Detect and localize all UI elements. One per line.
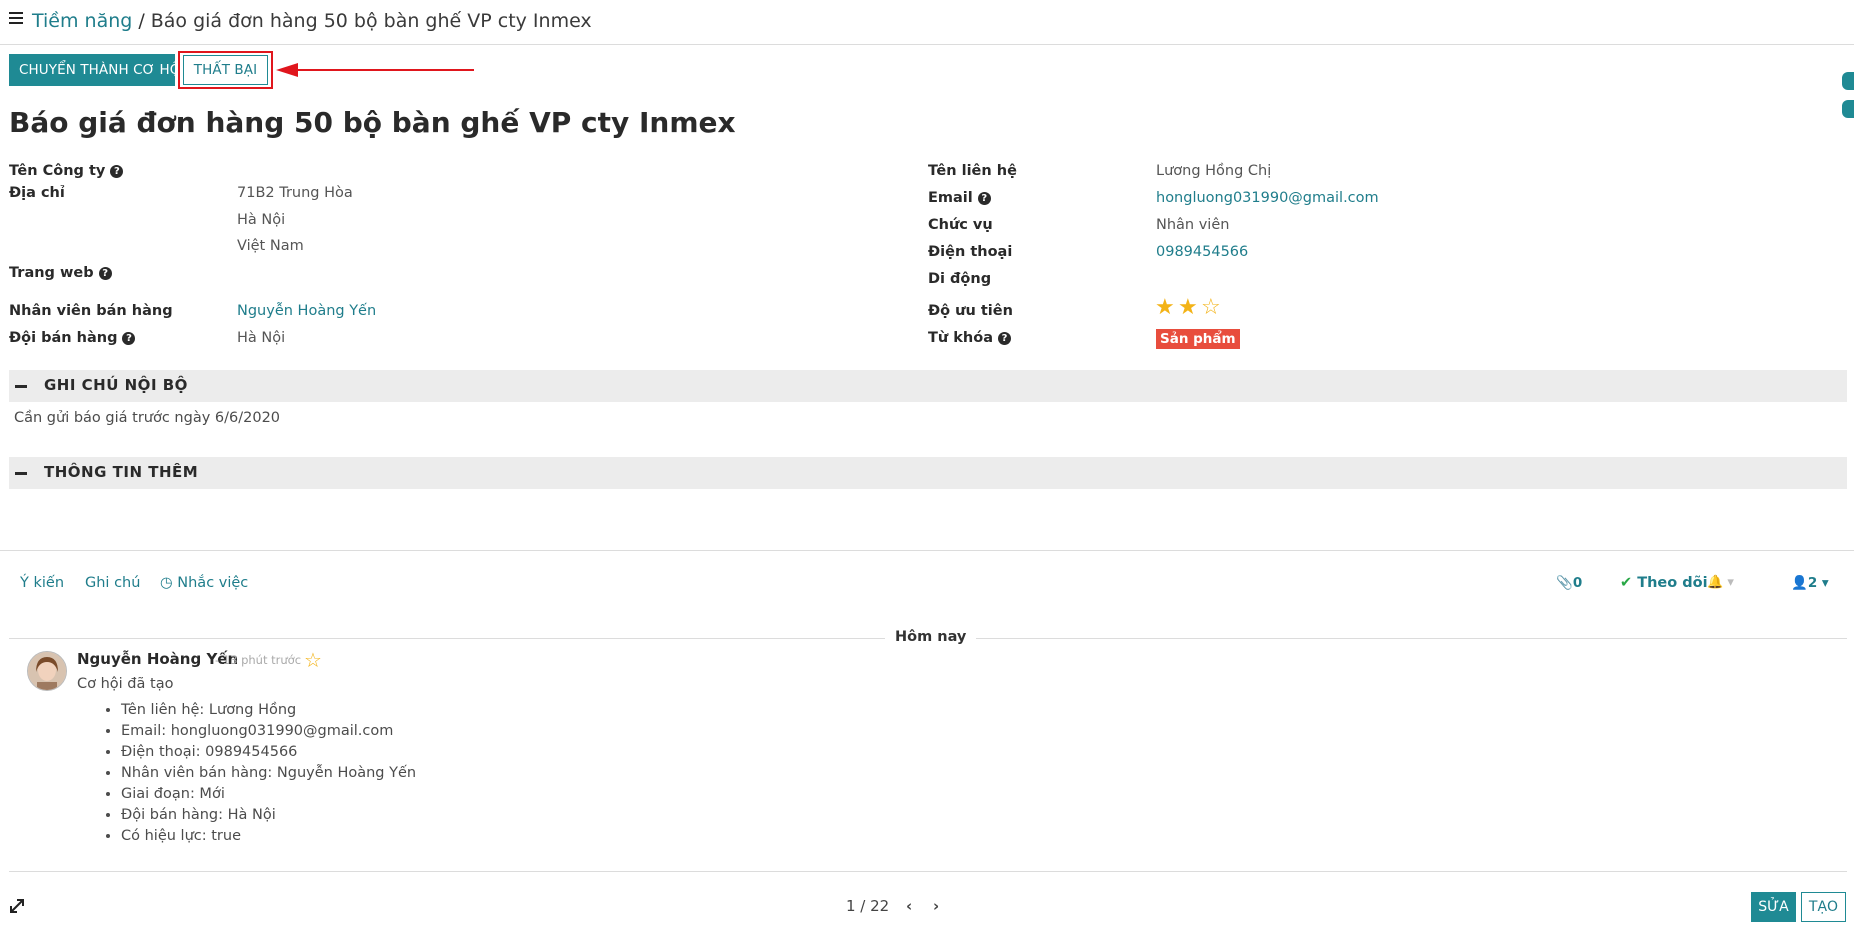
followers-button[interactable]: 👤2 ▾ — [1791, 575, 1829, 591]
address-city: Hà Nội — [237, 212, 286, 228]
sales-team-label: Đội bán hàng? — [9, 330, 136, 346]
pager-value[interactable]: 1 / 22 — [846, 897, 889, 915]
message-body: Cơ hội đã tạo — [77, 676, 174, 692]
chevron-right-icon[interactable]: › — [933, 897, 939, 915]
side-panel-toggle-icon[interactable] — [1842, 72, 1854, 90]
message-tracking-list: Tên liên hệ: Lương Hồng Email: hongluong… — [105, 700, 416, 847]
address-label: Địa chỉ — [9, 185, 65, 201]
salesperson-label: Nhân viên bán hàng — [9, 303, 173, 319]
breadcrumb-separator: / — [138, 10, 145, 32]
salesperson-link[interactable]: Nguyễn Hoàng Yến — [237, 303, 376, 319]
user-avatar-icon — [28, 652, 66, 690]
address-country: Việt Nam — [237, 238, 304, 254]
contact-label: Tên liên hệ — [928, 163, 1017, 179]
mobile-label: Di động — [928, 271, 992, 287]
breadcrumb-current: Báo giá đơn hàng 50 bộ bàn ghế VP cty In… — [150, 10, 592, 32]
log-note-button[interactable]: Ghi chú — [85, 575, 140, 591]
breadcrumb-link-leads[interactable]: Tiềm năng — [32, 10, 132, 32]
schedule-activity-button[interactable]: ◷ Nhắc việc — [160, 575, 248, 591]
side-panel-collapse-icon[interactable] — [1842, 100, 1854, 118]
extra-info-section[interactable]: THÔNG TIN THÊM — [9, 457, 1847, 489]
avatar[interactable] — [27, 651, 67, 691]
company-label: Tên Công ty? — [9, 163, 124, 179]
paperclip-icon: 📎 — [1556, 575, 1573, 591]
create-button[interactable]: TẠO — [1801, 892, 1846, 922]
follow-button[interactable]: ✔ Theo dõi — [1620, 575, 1708, 591]
phone-link[interactable]: 0989454566 — [1156, 244, 1248, 260]
help-icon: ? — [997, 332, 1011, 345]
phone-label: Điện thoại — [928, 244, 1013, 260]
help-icon: ? — [98, 267, 112, 280]
list-item: Có hiệu lực: true — [121, 826, 416, 847]
internal-notes-section[interactable]: GHI CHÚ NỘI BỘ — [9, 370, 1847, 402]
clock-icon: ◷ — [160, 575, 173, 591]
job-label: Chức vụ — [928, 217, 993, 233]
section-title: GHI CHÚ NỘI BỘ — [44, 376, 188, 394]
mark-lost-button[interactable]: THẤT BẠI — [183, 55, 268, 85]
list-item: Nhân viên bán hàng: Nguyễn Hoàng Yến — [121, 763, 416, 784]
priority-label: Độ ưu tiên — [928, 303, 1013, 319]
attachments-button[interactable]: 📎0 — [1556, 575, 1582, 591]
help-icon: ? — [122, 332, 136, 345]
notification-bell-icon[interactable]: 🔔 ▾ — [1707, 575, 1734, 590]
send-message-button[interactable]: Ý kiến — [20, 575, 64, 591]
section-title: THÔNG TIN THÊM — [44, 463, 199, 481]
address-street: 71B2 Trung Hòa — [237, 185, 353, 201]
collapse-icon[interactable] — [15, 385, 27, 388]
list-item: Tên liên hệ: Lương Hồng — [121, 700, 416, 721]
help-icon: ? — [977, 192, 991, 205]
priority-star-icon[interactable]: ★ — [1155, 297, 1175, 319]
pager: 1 / 22 ‹ › — [846, 897, 939, 915]
collapse-icon[interactable] — [15, 472, 27, 475]
date-label: Hôm nay — [885, 629, 977, 645]
hamburger-menu-icon[interactable] — [9, 12, 23, 26]
list-item: Email: hongluong031990@gmail.com — [121, 721, 416, 742]
tags-label: Từ khóa? — [928, 330, 1011, 346]
list-item: Giai đoạn: Mới — [121, 784, 416, 805]
internal-notes-text[interactable]: Cần gửi báo giá trước ngày 6/6/2020 — [14, 410, 280, 426]
list-item: Điện thoại: 0989454566 — [121, 742, 416, 763]
chevron-left-icon[interactable]: ‹ — [906, 897, 912, 915]
star-icon[interactable]: ☆ — [304, 648, 322, 672]
check-icon: ✔ — [1620, 575, 1633, 591]
priority-star-icon[interactable]: ★ — [1178, 297, 1198, 319]
tag-badge[interactable]: Sản phẩm — [1156, 329, 1240, 349]
divider — [0, 550, 1854, 551]
record-title: Báo giá đơn hàng 50 bộ bàn ghế VP cty In… — [9, 106, 736, 139]
divider — [9, 871, 1847, 872]
email-label: Email? — [928, 190, 991, 206]
list-item: Đội bán hàng: Hà Nội — [121, 805, 416, 826]
expand-icon[interactable] — [9, 898, 25, 914]
message-timestamp: - 13 phút trước — [215, 653, 302, 667]
email-link[interactable]: hongluong031990@gmail.com — [1156, 190, 1379, 206]
priority-star-empty-icon[interactable]: ☆ — [1201, 297, 1221, 319]
help-icon: ? — [110, 165, 124, 178]
job-value: Nhân viên — [1156, 217, 1230, 233]
edit-button[interactable]: SỬA — [1751, 892, 1796, 922]
breadcrumb: Tiềm năng / Báo giá đơn hàng 50 bộ bàn ghế… — [32, 10, 592, 32]
sales-team-value: Hà Nội — [237, 330, 286, 346]
convert-to-opportunity-button[interactable]: CHUYỂN THÀNH CƠ HỘI — [9, 54, 184, 86]
message-author[interactable]: Nguyễn Hoàng Yến — [77, 650, 238, 668]
annotation-arrow-icon — [276, 63, 474, 77]
user-icon: 👤 — [1791, 575, 1808, 591]
website-label: Trang web? — [9, 265, 112, 281]
contact-value: Lương Hồng Chị — [1156, 163, 1272, 179]
